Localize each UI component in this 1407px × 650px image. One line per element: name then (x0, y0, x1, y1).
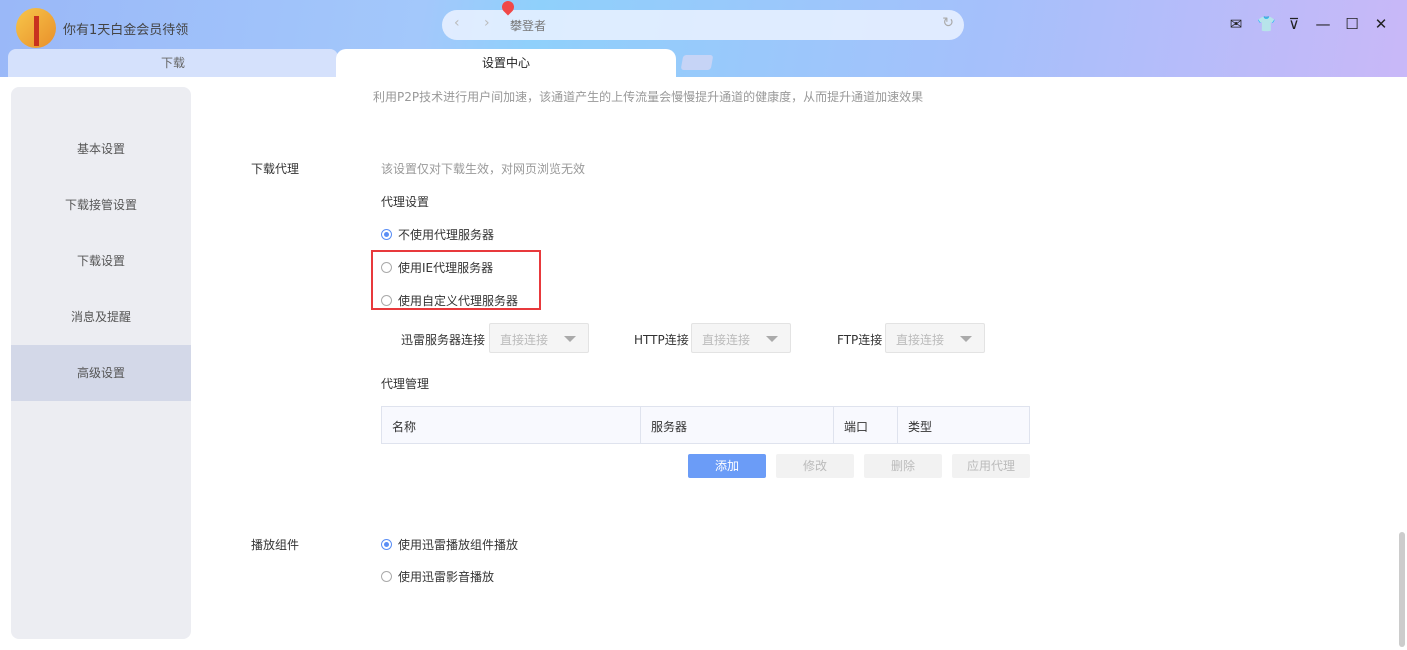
sidebar-item-download[interactable]: 下载设置 (11, 233, 191, 289)
radio-checked-icon (381, 539, 392, 550)
radio-xunlei-player[interactable]: 使用迅雷播放组件播放 (381, 536, 518, 553)
mail-icon[interactable]: ✉ (1228, 16, 1244, 32)
menu-icon[interactable]: ⊽ (1286, 16, 1302, 32)
sidebar-item-takeover[interactable]: 下载接管设置 (11, 177, 191, 233)
p2p-description: 利用P2P技术进行用户间加速，该通道产生的上传流量会慢慢提升通道的健康度，从而提… (373, 88, 923, 105)
radio-checked-icon (381, 229, 392, 240)
user-avatar[interactable] (16, 8, 56, 48)
http-connection-label: HTTP连接 (634, 331, 689, 348)
sidebar: 基本设置 下载接管设置 下载设置 消息及提醒 高级设置 (11, 87, 191, 639)
promo-text[interactable]: 你有1天白金会员待领 (63, 19, 188, 38)
tab-download[interactable]: 下载 (8, 49, 338, 77)
proxy-manage-title: 代理管理 (381, 375, 429, 392)
forward-icon[interactable]: › (484, 15, 490, 31)
xunlei-connection-select[interactable]: 直接连接 (489, 323, 589, 353)
scrollbar[interactable] (1399, 532, 1405, 647)
column-type: 类型 (898, 407, 1029, 443)
radio-label: 使用IE代理服务器 (398, 259, 493, 276)
sidebar-item-advanced[interactable]: 高级设置 (11, 345, 191, 401)
tab-settings[interactable]: 设置中心 (336, 49, 676, 77)
delete-proxy-button[interactable]: 删除 (864, 454, 942, 478)
address-bar[interactable]: ‹ › 攀登者 ↻ (442, 10, 964, 40)
add-proxy-button[interactable]: 添加 (688, 454, 766, 478)
ftp-connection-select[interactable]: 直接连接 (885, 323, 985, 353)
skin-icon[interactable]: 👕 (1257, 16, 1273, 32)
radio-unchecked-icon (381, 571, 392, 582)
proxy-note: 该设置仅对下载生效，对网页浏览无效 (381, 160, 585, 177)
sidebar-item-basic[interactable]: 基本设置 (11, 121, 191, 177)
radio-label: 使用迅雷影音播放 (398, 568, 494, 585)
ftp-connection-label: FTP连接 (837, 331, 882, 348)
address-input[interactable]: 攀登者 (510, 17, 546, 34)
radio-label: 不使用代理服务器 (398, 226, 494, 243)
column-port: 端口 (834, 407, 898, 443)
http-connection-select[interactable]: 直接连接 (691, 323, 791, 353)
minimize-icon[interactable]: — (1315, 16, 1331, 32)
player-label: 播放组件 (251, 536, 299, 553)
close-icon[interactable]: ✕ (1373, 16, 1389, 32)
back-icon[interactable]: ‹ (454, 15, 460, 31)
new-tab-button[interactable] (681, 55, 714, 70)
radio-xunlei-video[interactable]: 使用迅雷影音播放 (381, 568, 494, 585)
refresh-icon[interactable]: ↻ (942, 15, 954, 31)
radio-label: 使用迅雷播放组件播放 (398, 536, 518, 553)
column-server: 服务器 (641, 407, 834, 443)
proxy-label: 下载代理 (251, 160, 299, 177)
title-bar: 你有1天白金会员待领 ‹ › 攀登者 ↻ ✉ 👕 ⊽ — ☐ ✕ 下载 设置中心 (0, 0, 1407, 77)
apply-proxy-button[interactable]: 应用代理 (952, 454, 1030, 478)
proxy-table-header: 名称 服务器 端口 类型 (381, 406, 1030, 444)
xunlei-connection-label: 迅雷服务器连接 (401, 331, 485, 348)
proxy-settings-title: 代理设置 (381, 193, 429, 210)
radio-no-proxy[interactable]: 不使用代理服务器 (381, 226, 494, 243)
edit-proxy-button[interactable]: 修改 (776, 454, 854, 478)
radio-custom-proxy[interactable]: 使用自定义代理服务器 (381, 292, 518, 309)
column-name: 名称 (382, 407, 641, 443)
radio-ie-proxy[interactable]: 使用IE代理服务器 (381, 259, 493, 276)
maximize-icon[interactable]: ☐ (1344, 16, 1360, 32)
radio-label: 使用自定义代理服务器 (398, 292, 518, 309)
radio-unchecked-icon (381, 262, 392, 273)
sidebar-item-messages[interactable]: 消息及提醒 (11, 289, 191, 345)
radio-unchecked-icon (381, 295, 392, 306)
